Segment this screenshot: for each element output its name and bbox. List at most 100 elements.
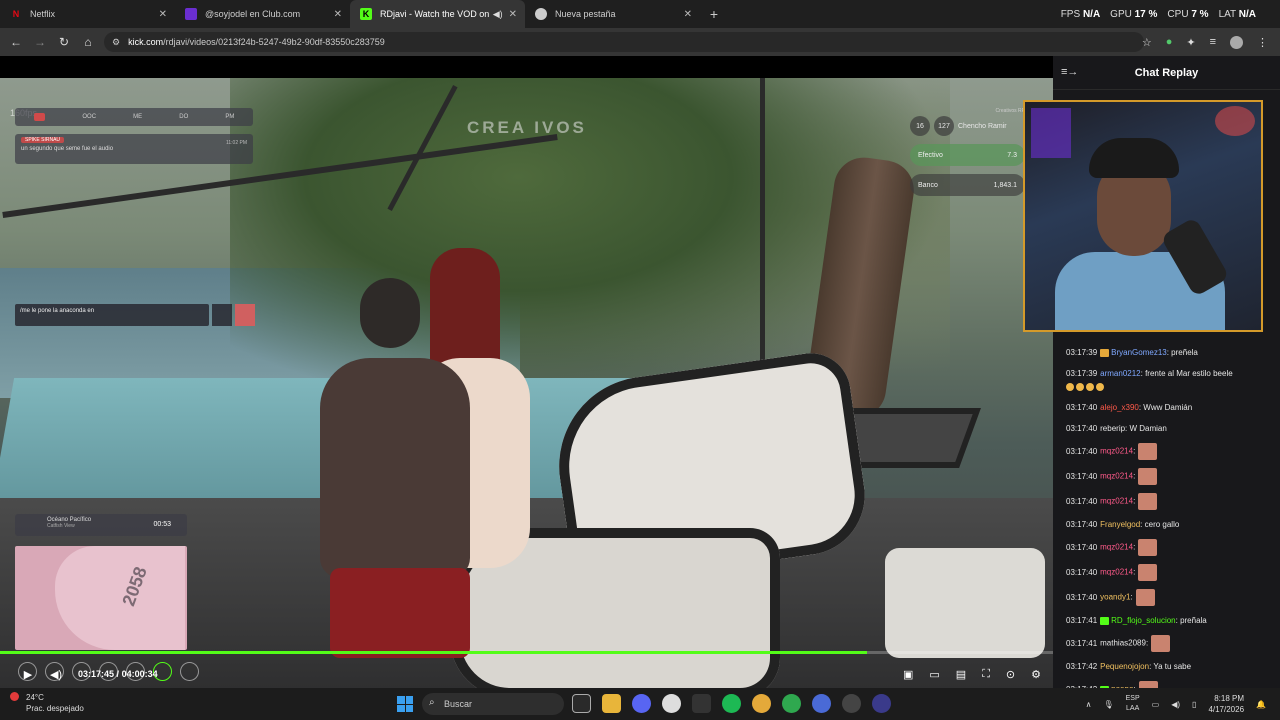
- terminal-icon[interactable]: [692, 694, 711, 713]
- steam-icon[interactable]: [662, 694, 681, 713]
- message-username[interactable]: Pequenojojon: [1100, 662, 1149, 671]
- app-icon[interactable]: [812, 694, 831, 713]
- tab-kick-vod[interactable]: K RDjavi - Watch the VOD on ◀) ✕: [350, 0, 525, 28]
- chat-tab: ME: [133, 114, 143, 120]
- message-timestamp: 03:17:39: [1066, 348, 1098, 357]
- message-username[interactable]: alejo_x390: [1100, 403, 1139, 412]
- emote-image: [1138, 443, 1158, 460]
- xbox-icon[interactable]: [782, 694, 801, 713]
- player-controls: ▶ ◀) 03:17:45 / 04:00:34 ▣ ▭ ▤ ⛶ ⊙ ⚙: [0, 664, 1053, 684]
- fps-stat: FPS N/A: [1060, 8, 1101, 20]
- time-display: 03:17:45 / 04:00:34: [78, 669, 158, 679]
- tab-club[interactable]: @soyjodel en Club.com ✕: [175, 0, 350, 28]
- video-player[interactable]: CREA IVOS 160fps OOC ME DO PM SPIKE SIRN…: [0, 56, 1053, 688]
- theater-mode-icon[interactable]: ▭: [929, 668, 939, 681]
- volume-icon[interactable]: ◀): [42, 668, 70, 681]
- clip-icon[interactable]: ▣: [903, 668, 913, 681]
- speaker-icon[interactable]: ◀): [493, 9, 503, 20]
- bank-row: Banco 1,843.1: [910, 174, 1025, 196]
- taskbar-search[interactable]: ⌕ Buscar: [422, 693, 564, 715]
- settings-gear-icon[interactable]: ⚙: [1031, 668, 1041, 681]
- message-username[interactable]: arman0212: [1100, 369, 1140, 378]
- back-arrow-icon[interactable]: ←: [4, 35, 28, 49]
- chat-message: 03:17:40 mqz0214:: [1053, 439, 1280, 464]
- windows-start-icon[interactable]: [397, 696, 413, 712]
- seek-bar[interactable]: [0, 651, 1053, 654]
- tray-overflow-icon[interactable]: ∧: [1086, 700, 1092, 709]
- chat-message: 03:17:39 BryanGomez13: preñela: [1053, 342, 1280, 363]
- discord-icon[interactable]: [632, 694, 651, 713]
- close-icon[interactable]: ✕: [159, 9, 167, 20]
- system-clock[interactable]: 8:18 PM 4/17/2026: [1208, 693, 1244, 715]
- close-icon[interactable]: ✕: [509, 9, 517, 20]
- tab-new[interactable]: Nueva pestaña ✕: [525, 0, 700, 28]
- volume-tray-icon[interactable]: ◀): [1171, 700, 1180, 709]
- media-control-icon[interactable]: ≡: [1210, 36, 1216, 48]
- network-icon[interactable]: ▭: [1152, 700, 1160, 709]
- address-bar[interactable]: ⚙ kick.com/rdjavi/videos/0213f24b-5247-4…: [104, 32, 1144, 52]
- player-stats: 16 127 Chencho Ramir: [910, 116, 1025, 136]
- chat-tab-active: [33, 113, 46, 121]
- chrome-icon[interactable]: [752, 694, 771, 713]
- forward-arrow-icon[interactable]: →: [28, 35, 52, 49]
- close-icon[interactable]: ✕: [334, 9, 342, 20]
- menu-kebab-icon[interactable]: ⋮: [1257, 36, 1268, 49]
- site-info-icon[interactable]: ⚙: [112, 37, 120, 48]
- weather-widget[interactable]: 24°C Prac. despejado: [10, 692, 84, 714]
- file-explorer-icon[interactable]: [602, 694, 621, 713]
- message-username[interactable]: Franyelgod: [1100, 520, 1140, 529]
- message-text: : Ya tu sabe: [1149, 662, 1192, 671]
- chat-header: ≡→ Chat Replay: [1053, 56, 1280, 90]
- message-timestamp: 03:17:40: [1066, 567, 1098, 577]
- message-username[interactable]: mqz0214: [1100, 568, 1133, 577]
- message-username[interactable]: mqz0214: [1100, 543, 1133, 552]
- emoji-icon: [1086, 382, 1094, 391]
- new-tab-button[interactable]: +: [704, 6, 724, 22]
- tab-netflix[interactable]: N Netflix ✕: [0, 0, 175, 28]
- pip-icon[interactable]: ▤: [956, 668, 966, 681]
- message-username[interactable]: mqz0214: [1100, 472, 1133, 481]
- collapse-chat-icon[interactable]: ≡→: [1061, 66, 1078, 78]
- app-icon[interactable]: [872, 694, 891, 713]
- reload-icon[interactable]: ↻: [52, 35, 76, 49]
- weather-desc: Prac. despejado: [26, 704, 84, 713]
- message-username[interactable]: RD_flojo_solucion: [1111, 616, 1175, 625]
- speed-icon[interactable]: ⊙: [1006, 668, 1015, 681]
- message-text: : preñala: [1175, 616, 1207, 625]
- home-icon[interactable]: ⌂: [76, 35, 100, 49]
- message-timestamp: 03:17:40: [1066, 446, 1098, 456]
- chat-message-list: 03:17:39 BryanGomez13: preñela 03:17:39 arm…: [1053, 342, 1280, 720]
- tab-label: @soyjodel en Club.com: [205, 9, 301, 19]
- close-icon[interactable]: ✕: [684, 9, 692, 20]
- performance-overlay: FPS N/A GPU 17 % CPU 7 % LAT N/A: [1061, 0, 1256, 28]
- chrome-favicon-icon: [535, 8, 547, 20]
- language-indicator[interactable]: ESP LAA: [1126, 694, 1140, 714]
- message-username[interactable]: mqz0214: [1100, 447, 1133, 456]
- spotify-icon[interactable]: [722, 694, 741, 713]
- app-icon[interactable]: [842, 694, 861, 713]
- chat-message: 03:17:40 mqz0214:: [1053, 489, 1280, 514]
- chat-message: 03:17:40 alejo_x390: Www Damián: [1053, 397, 1280, 418]
- task-view-icon[interactable]: [572, 694, 591, 713]
- message-username[interactable]: BryanGomez13: [1111, 348, 1167, 357]
- player-name: Chencho Ramir: [958, 122, 1007, 130]
- cpu-stat: CPU 7 %: [1167, 8, 1209, 20]
- message-username[interactable]: yoandy1: [1100, 593, 1130, 602]
- notification-bell-icon[interactable]: 🔔: [1256, 700, 1266, 709]
- chat-tab: OOC: [82, 114, 97, 120]
- extensions-puzzle-icon[interactable]: ✦: [1186, 36, 1195, 49]
- play-icon[interactable]: ▶: [14, 668, 42, 681]
- message-username[interactable]: reberip: [1100, 424, 1125, 433]
- message-username[interactable]: mqz0214: [1100, 497, 1133, 506]
- battery-icon[interactable]: ▯: [1192, 700, 1196, 709]
- bookmark-star-icon[interactable]: ☆: [1142, 36, 1152, 49]
- system-tray: ∧ 🎙 ESP LAA ▭ ◀) ▯ 8:18 PM 4/17/2026 🔔: [1086, 688, 1266, 720]
- message-username[interactable]: mathias2089: [1100, 639, 1146, 648]
- seek-bar-fill: [0, 651, 868, 654]
- fullscreen-icon[interactable]: ⛶: [982, 668, 990, 681]
- profile-avatar[interactable]: [1230, 35, 1243, 49]
- microphone-icon[interactable]: 🎙: [1103, 700, 1113, 709]
- message-text: :: [1133, 446, 1136, 456]
- toolbar-actions: ☆ ● ✦ ≡ ⋮: [1142, 28, 1268, 56]
- extension-icon[interactable]: ●: [1166, 36, 1173, 48]
